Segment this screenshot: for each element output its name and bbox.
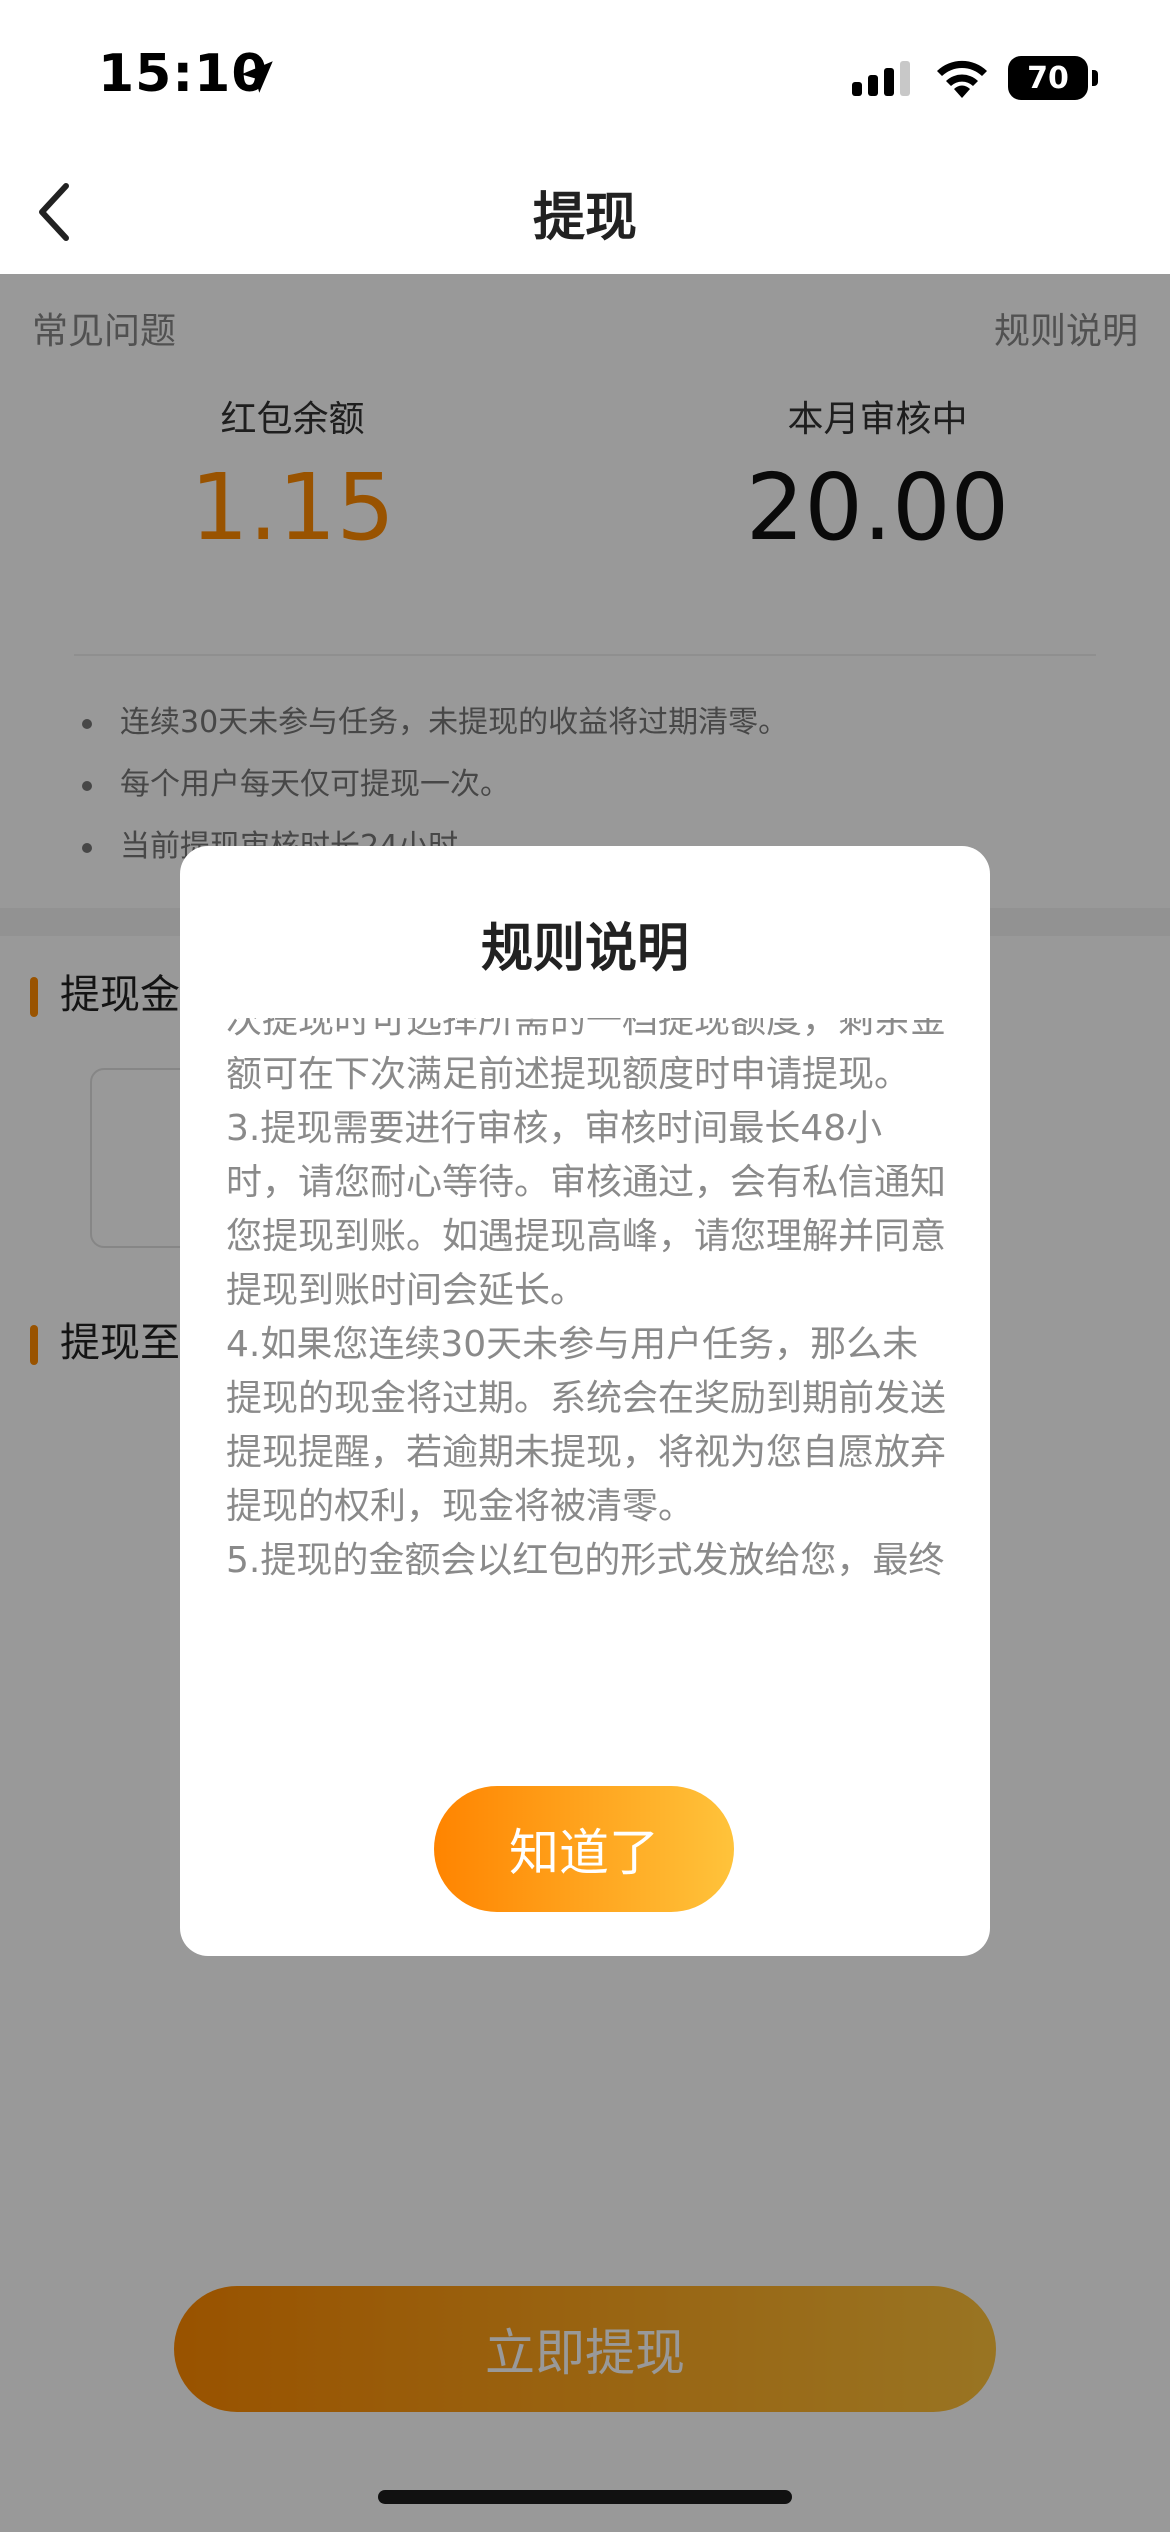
- dialog-body-scroll[interactable]: 次提现时可选择所需的一档提现额度，剩余金额可在下次满足前述提现额度时申请提现。 …: [226, 1018, 946, 1590]
- wifi-icon: [937, 60, 987, 98]
- cellular-signal-icon: [852, 61, 910, 96]
- rules-dialog: 规则说明 次提现时可选择所需的一档提现额度，剩余金额可在下次满足前述提现额度时申…: [180, 846, 990, 1956]
- home-indicator[interactable]: [378, 2490, 792, 2504]
- withdraw-screen: 15:10 70 提现 常见问题 规则说明 红包余额 1.15 本月审核中 20…: [0, 0, 1170, 2532]
- status-bar: 15:10 70: [0, 0, 1170, 150]
- dialog-rules-text: 次提现时可选择所需的一档提现额度，剩余金额可在下次满足前述提现额度时申请提现。 …: [226, 1018, 946, 1581]
- page-title: 提现: [532, 187, 637, 248]
- battery-level: 70: [1027, 60, 1069, 96]
- battery-nub: [1092, 70, 1098, 86]
- nav-bar: 提现: [0, 150, 1170, 274]
- got-it-button[interactable]: 知道了: [434, 1786, 734, 1912]
- dialog-title: 规则说明: [480, 919, 689, 979]
- location-arrow-icon: [241, 61, 273, 93]
- battery-icon: 70: [1008, 56, 1088, 100]
- chevron-left-icon[interactable]: [30, 176, 80, 248]
